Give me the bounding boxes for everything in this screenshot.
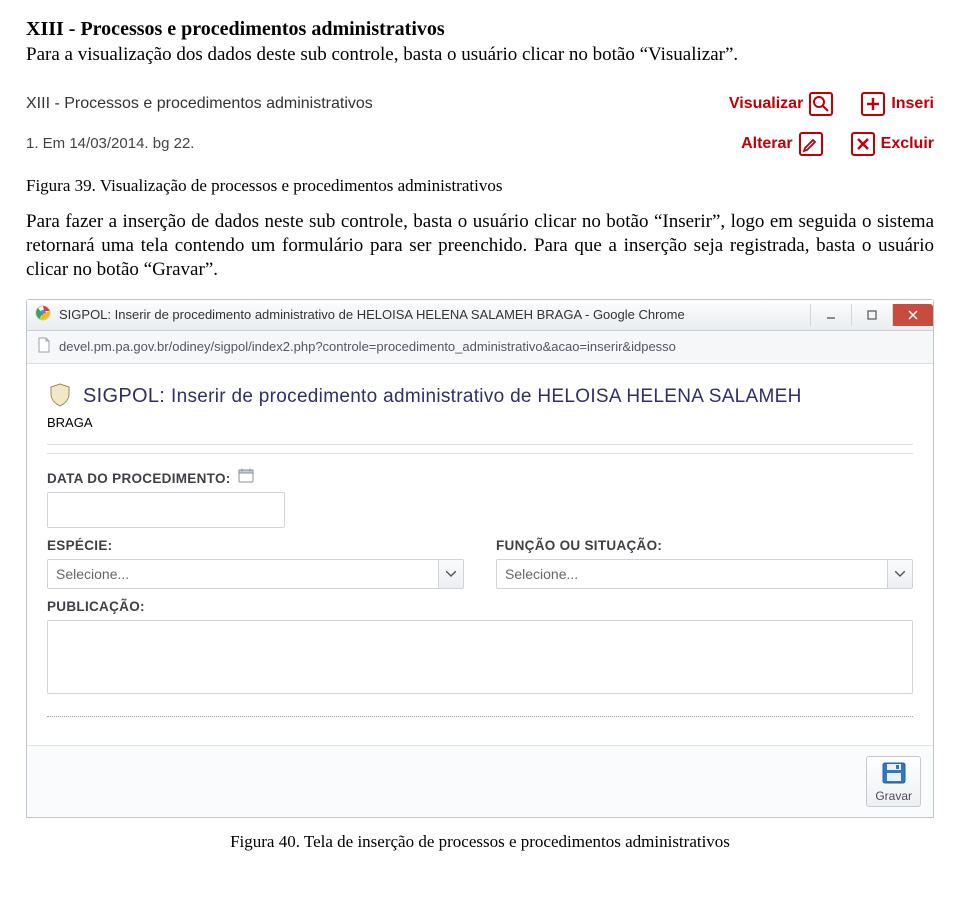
divider bbox=[47, 444, 913, 445]
window-title: SIGPOL: Inserir de procedimento administ… bbox=[59, 307, 685, 322]
window-titlebar: SIGPOL: Inserir de procedimento administ… bbox=[27, 300, 933, 331]
visualizar-label: Visualizar bbox=[729, 95, 803, 113]
minimize-button[interactable] bbox=[810, 304, 851, 326]
inserir-label: Inseri bbox=[891, 95, 934, 113]
intro-paragraph: Para a visualização dos dados deste sub … bbox=[26, 43, 934, 68]
figure-caption-39: Figura 39. Visualização de processos e p… bbox=[26, 176, 934, 196]
save-icon bbox=[881, 761, 907, 788]
funcao-select[interactable] bbox=[496, 559, 913, 589]
inserir-link[interactable]: Inseri bbox=[861, 92, 934, 116]
data-procedimento-input[interactable] bbox=[47, 492, 285, 528]
brand-rest: Inserir de procedimento administrativo d… bbox=[171, 386, 802, 407]
shield-icon bbox=[47, 382, 73, 411]
brand-line2: BRAGA bbox=[47, 415, 93, 430]
form-header: SIGPOL: Inserir de procedimento administ… bbox=[47, 374, 913, 415]
shot1-item: 1. Em 14/03/2014. bg 22. bbox=[26, 135, 194, 152]
shot1-title: XIII - Processos e procedimentos adminis… bbox=[26, 95, 373, 113]
alterar-label: Alterar bbox=[741, 135, 793, 153]
figure-caption-40: Figura 40. Tela de inserção de processos… bbox=[26, 832, 934, 852]
chrome-icon bbox=[35, 305, 51, 324]
label-data-procedimento: DATA DO PROCEDIMENTO: bbox=[47, 471, 231, 486]
gravar-button[interactable]: Gravar bbox=[866, 756, 921, 807]
page-icon bbox=[37, 337, 51, 356]
url-bar[interactable]: devel.pm.pa.gov.br/odiney/sigpol/index2.… bbox=[27, 331, 933, 364]
alterar-link[interactable]: Alterar bbox=[741, 132, 823, 156]
label-especie: ESPÉCIE: bbox=[47, 538, 464, 553]
especie-select[interactable] bbox=[47, 559, 464, 589]
plus-icon bbox=[861, 92, 885, 116]
brand-prefix: SIGPOL: bbox=[83, 385, 165, 407]
search-icon bbox=[809, 92, 833, 116]
pencil-icon bbox=[799, 132, 823, 156]
divider bbox=[47, 453, 913, 454]
close-button[interactable] bbox=[892, 304, 933, 326]
chrome-window: SIGPOL: Inserir de procedimento administ… bbox=[26, 299, 934, 818]
calendar-icon[interactable] bbox=[238, 468, 254, 483]
form-bottom-bar: Gravar bbox=[27, 745, 933, 817]
excluir-link[interactable]: Excluir bbox=[851, 132, 934, 156]
body-paragraph: Para fazer a inserção de dados neste sub… bbox=[26, 210, 934, 283]
section-heading: XIII - Processos e procedimentos adminis… bbox=[26, 18, 934, 41]
publicacao-input[interactable] bbox=[47, 620, 913, 694]
visualizar-link[interactable]: Visualizar bbox=[729, 92, 833, 116]
especie-select-value[interactable] bbox=[47, 559, 464, 589]
screenshot-1: XIII - Processos e procedimentos adminis… bbox=[26, 86, 934, 162]
label-publicacao: PUBLICAÇÃO: bbox=[47, 599, 913, 614]
dotted-divider bbox=[47, 716, 913, 717]
gravar-label: Gravar bbox=[875, 789, 912, 803]
excluir-label: Excluir bbox=[881, 135, 934, 153]
chevron-down-icon bbox=[438, 560, 463, 588]
label-funcao: FUNÇÃO OU SITUAÇÃO: bbox=[496, 538, 913, 553]
chevron-down-icon bbox=[887, 560, 912, 588]
funcao-select-value[interactable] bbox=[496, 559, 913, 589]
url-text: devel.pm.pa.gov.br/odiney/sigpol/index2.… bbox=[59, 339, 676, 354]
maximize-button[interactable] bbox=[851, 304, 892, 326]
x-icon bbox=[851, 132, 875, 156]
